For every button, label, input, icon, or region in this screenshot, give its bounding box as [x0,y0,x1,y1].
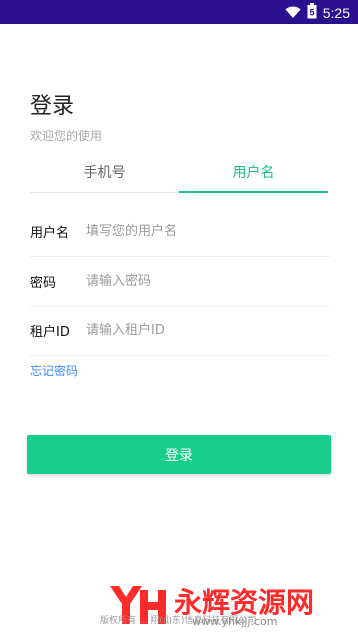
tab-phone[interactable]: 手机号 [30,158,179,193]
copyright-text: 版权所有 ... 翔(山东)信息科技有限公司 [100,616,257,626]
tenant-id-label: 租户ID [30,325,70,340]
forgot-password-link[interactable]: 忘记密码 [30,362,78,379]
page-subtitle: 欢迎您的使用 [30,129,103,143]
active-tab-indicator [179,191,328,193]
status-icons: 5 5:25 [285,3,350,23]
login-tabs: 手机号 用户名 [30,158,328,193]
tab-username[interactable]: 用户名 [179,158,328,193]
page-title: 登录 [30,94,75,119]
password-row: 密码 [30,257,330,307]
status-bar: 5 5:25 [0,0,358,24]
battery-level: 5 [309,8,314,18]
battery-icon: 5 [307,3,317,23]
login-button[interactable]: 登录 [27,435,331,474]
username-row: 用户名 [30,207,330,257]
username-input[interactable] [86,219,326,243]
wifi-icon [285,4,301,23]
tenant-id-row: 租户ID [30,306,330,356]
status-time: 5:25 [322,5,350,21]
password-label: 密码 [30,276,57,291]
username-label: 用户名 [30,226,70,241]
password-input[interactable] [86,269,326,293]
tenant-id-input[interactable] [86,318,326,342]
